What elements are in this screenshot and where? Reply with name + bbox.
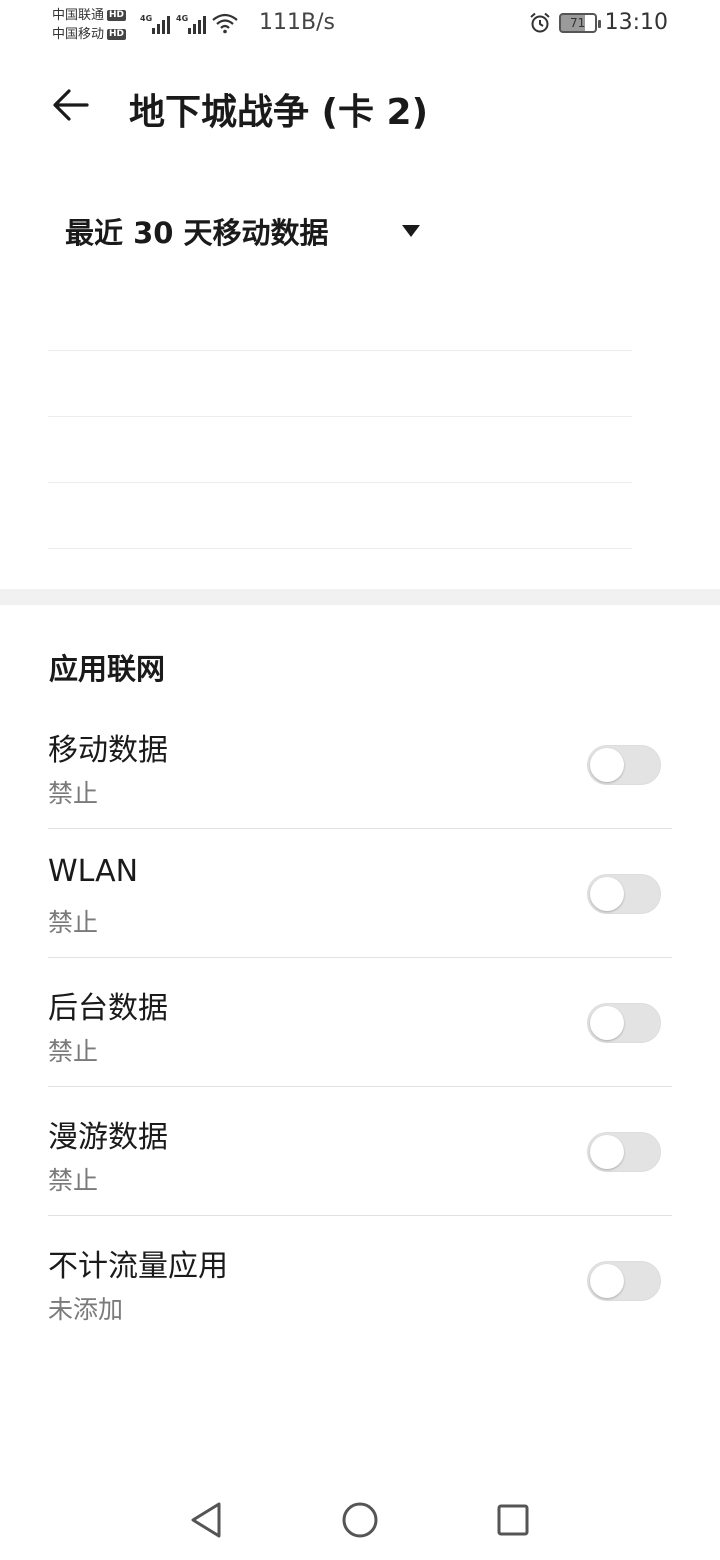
carrier-info: 中国联通 HD 中国移动 HD [52, 6, 127, 44]
toggle-knob [590, 1006, 624, 1040]
network-type-label: 4G [140, 14, 153, 23]
setting-unmetered-apps[interactable]: 不计流量应用 未添加 [48, 1216, 672, 1345]
network-type-label: 4G [176, 14, 189, 23]
setting-title: 漫游数据 [48, 1120, 168, 1155]
setting-roaming-data[interactable]: 漫游数据 禁止 [48, 1087, 672, 1216]
signal-icon: 4G [176, 14, 206, 34]
unmetered-apps-toggle[interactable] [587, 1261, 661, 1301]
mobile-data-toggle[interactable] [587, 745, 661, 785]
setting-subtitle: 禁止 [48, 1166, 99, 1195]
chart-grid-line [48, 416, 632, 417]
setting-mobile-data[interactable]: 移动数据 禁止 [48, 700, 672, 829]
battery-level: 71 [569, 15, 586, 30]
period-label: 最近 30 天移动数据 [65, 216, 329, 250]
setting-wlan[interactable]: WLAN 禁止 [48, 829, 672, 958]
carrier-1-label: 中国联通 [52, 8, 105, 23]
setting-title: 后台数据 [48, 991, 168, 1026]
toggle-knob [590, 1135, 624, 1169]
nav-home-button[interactable] [340, 1500, 380, 1540]
chart-grid-line [48, 350, 632, 351]
page-title: 地下城战争 (卡 2) [129, 92, 429, 133]
recents-square-icon [497, 1504, 529, 1536]
battery-icon: 71 [558, 12, 601, 33]
network-speed: 111B/s [259, 10, 335, 35]
setting-title: 移动数据 [48, 733, 168, 768]
setting-title: 不计流量应用 [48, 1249, 228, 1284]
hd-badge: HD [107, 10, 127, 21]
section-title: 应用联网 [49, 652, 166, 686]
dropdown-caret-icon [402, 225, 420, 237]
setting-subtitle: 禁止 [48, 779, 99, 808]
setting-title: WLAN [48, 854, 139, 889]
back-arrow-icon [53, 89, 89, 121]
status-right: 71 13:10 [529, 10, 668, 35]
alarm-icon [529, 12, 550, 32]
roaming-data-toggle[interactable] [587, 1132, 661, 1172]
period-dropdown[interactable]: 最近 30 天移动数据 [48, 196, 438, 266]
setting-background-data[interactable]: 后台数据 禁止 [48, 958, 672, 1087]
toggle-knob [590, 748, 624, 782]
back-button[interactable] [46, 82, 96, 128]
signal-indicators: 4G 4G [140, 10, 238, 34]
chart-grid-line [48, 482, 632, 483]
wlan-toggle[interactable] [587, 874, 661, 914]
toggle-knob [590, 877, 624, 911]
carrier-2-label: 中国移动 [52, 27, 105, 42]
signal-icon: 4G [140, 14, 170, 34]
setting-subtitle: 禁止 [48, 908, 99, 937]
status-bar: 中国联通 HD 中国移动 HD 4G 4G 111B/s 71 13:10 [0, 0, 720, 50]
hd-badge: HD [107, 29, 127, 40]
settings-list: 移动数据 禁止 WLAN 禁止 后台数据 禁止 漫游数据 禁止 不计流量应用 未… [48, 700, 672, 1345]
app-bar: 地下城战争 (卡 2) [0, 60, 720, 150]
back-triangle-icon [191, 1502, 221, 1538]
wifi-icon [212, 13, 238, 34]
setting-subtitle: 未添加 [48, 1295, 124, 1324]
section-divider [0, 589, 720, 605]
chart-grid-line [48, 548, 632, 549]
nav-back-button[interactable] [186, 1500, 226, 1540]
setting-subtitle: 禁止 [48, 1037, 99, 1066]
home-circle-icon [342, 1502, 378, 1538]
nav-recents-button[interactable] [493, 1500, 533, 1540]
navigation-bar [0, 1480, 720, 1560]
clock: 13:10 [604, 10, 668, 35]
background-data-toggle[interactable] [587, 1003, 661, 1043]
toggle-knob [590, 1264, 624, 1298]
usage-chart [48, 300, 632, 560]
